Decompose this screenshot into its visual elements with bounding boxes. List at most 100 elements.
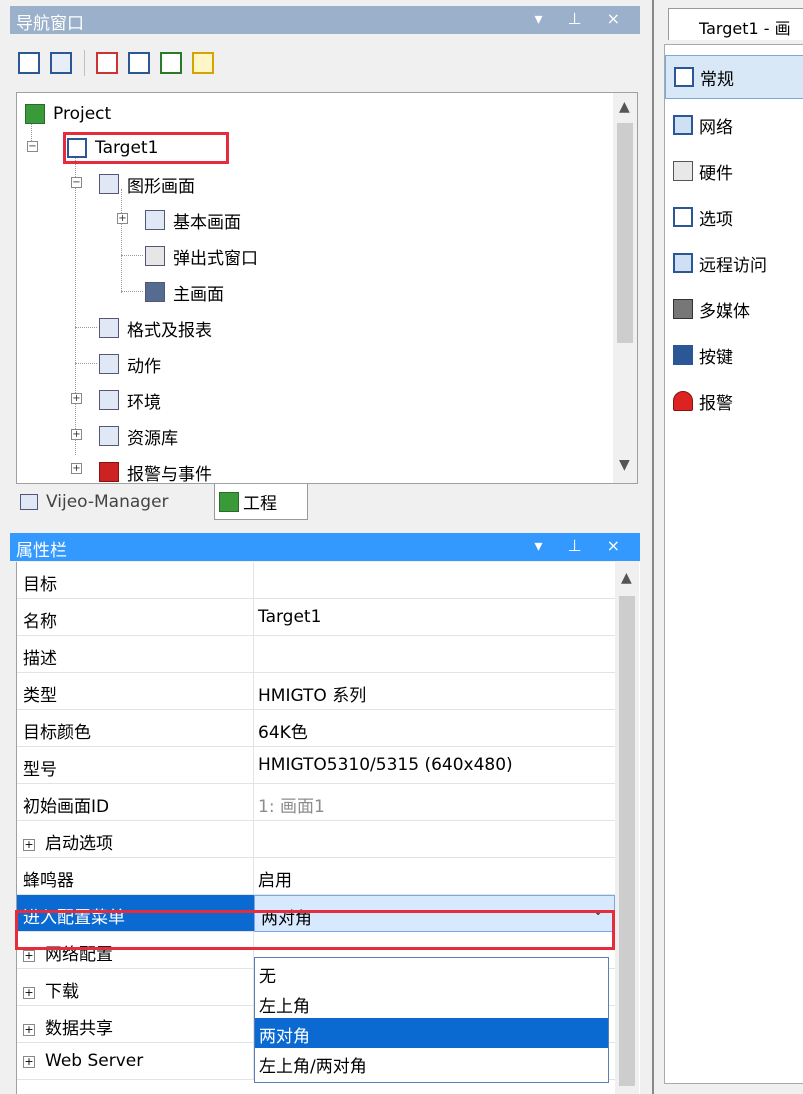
tree-item-environment[interactable]: 环境 [99, 385, 161, 415]
f1-key-icon [673, 345, 693, 365]
tab-vijeo-manager[interactable]: Vijeo-Manager [20, 484, 210, 520]
prop-name: 目标颜色 [23, 723, 91, 743]
collapse-toggle[interactable]: − [71, 177, 82, 188]
graphics-icon [99, 174, 119, 194]
scroll-down-icon[interactable]: ▼ [619, 457, 630, 473]
category-alarm[interactable]: 报警 [665, 379, 803, 423]
save-icon[interactable] [50, 52, 72, 74]
category-label: 按键 [699, 347, 733, 368]
config-menu-dropdown[interactable]: 无 左上角 两对角 左上角/两对角 [254, 957, 609, 1083]
property-pane-title: 属性栏 [16, 541, 67, 561]
scroll-up-icon[interactable]: ▲ [621, 570, 632, 586]
prop-row-description[interactable]: 描述 [17, 636, 615, 673]
expand-icon[interactable]: + [23, 1056, 35, 1068]
expand-icon[interactable]: + [23, 839, 35, 851]
tools-icon [99, 390, 119, 410]
expand-icon[interactable]: + [23, 1024, 35, 1036]
expand-icon[interactable]: + [23, 987, 35, 999]
category-list[interactable]: 常规 网络 硬件 选项 远程访问 多媒体 按键 报警 [664, 44, 803, 1084]
tree-label: 基本画面 [173, 212, 241, 233]
prop-name: 下载 [45, 982, 79, 1002]
prop-value[interactable]: HMIGTO5310/5315 (640x480) [258, 755, 513, 775]
prop-row-model[interactable]: 型号 HMIGTO5310/5315 (640x480) [17, 747, 615, 784]
options-icon [673, 207, 693, 227]
hardware-icon [673, 161, 693, 181]
tree-item-base-screen[interactable]: 基本画面 [145, 205, 241, 235]
expand-toggle[interactable]: + [71, 429, 82, 440]
prop-row-type[interactable]: 类型 HMIGTO 系列 [17, 673, 615, 710]
tree-item-main-screen[interactable]: 主画面 [145, 277, 224, 307]
tree-label: 弹出式窗口 [173, 248, 258, 269]
tree-item-project[interactable]: Project [25, 99, 111, 129]
prop-value[interactable]: 64K色 [258, 718, 308, 743]
prop-name: 描述 [23, 649, 57, 669]
prop-row-target-color[interactable]: 目标颜色 64K色 [17, 710, 615, 747]
dropdown-option-none[interactable]: 无 [255, 958, 608, 988]
dropdown-option-top-left-or-two-corners[interactable]: 左上角/两对角 [255, 1048, 608, 1078]
prop-row-initial-screen[interactable]: 初始画面ID 1: 画面1 [17, 784, 615, 821]
scroll-thumb[interactable] [619, 596, 635, 1086]
dropdown-option-two-corners[interactable]: 两对角 [255, 1018, 608, 1048]
download-icon[interactable] [160, 52, 182, 74]
tree-item-alarm-event[interactable]: 报警与事件 [99, 457, 212, 483]
prop-value[interactable]: 启用 [258, 866, 292, 891]
prop-value[interactable]: HMIGTO 系列 [258, 681, 366, 706]
prop-row-name[interactable]: 名称 Target1 [17, 599, 615, 636]
tree-label: 动作 [127, 356, 161, 377]
tree-item-resource-lib[interactable]: 资源库 [99, 421, 178, 451]
nav-window-controls[interactable]: ▾ ⊥ × [534, 9, 630, 28]
column-divider [253, 747, 254, 783]
action-icon [99, 354, 119, 374]
scroll-thumb[interactable] [617, 123, 633, 343]
column-divider [253, 562, 254, 598]
property-pane-titlebar: 属性栏 ▾ ⊥ × [10, 533, 640, 561]
category-keys[interactable]: 按键 [665, 333, 803, 377]
manager-icon [20, 494, 38, 510]
prop-row-target[interactable]: 目标 [17, 562, 615, 599]
collapse-toggle[interactable]: − [27, 141, 38, 152]
prop-row-startup-options[interactable]: + 启动选项 [17, 821, 615, 858]
category-hardware[interactable]: 硬件 [665, 149, 803, 193]
run-icon[interactable] [192, 52, 214, 74]
expand-toggle[interactable]: + [71, 463, 82, 474]
prop-name: 型号 [23, 760, 57, 780]
tree-item-format-report[interactable]: 格式及报表 [99, 313, 212, 343]
toolbar-divider [84, 50, 85, 76]
category-label: 常规 [700, 69, 734, 90]
prop-row-buzzer[interactable]: 蜂鸣器 启用 [17, 858, 615, 895]
expand-icon[interactable]: + [23, 950, 35, 962]
tree-label: 资源库 [127, 428, 178, 449]
prop-name: 启动选项 [45, 834, 113, 854]
category-general[interactable]: 常规 [665, 55, 803, 99]
report-icon [99, 318, 119, 338]
tree-item-popup-window[interactable]: 弹出式窗口 [145, 241, 258, 271]
build-icon[interactable] [128, 52, 150, 74]
category-multimedia[interactable]: 多媒体 [665, 287, 803, 331]
tree-item-action[interactable]: 动作 [99, 349, 161, 379]
tree-scrollbar[interactable]: ▲ ▼ [613, 93, 637, 483]
target-properties-panel: Target1 - 画 常规 网络 硬件 选项 远程访问 多媒体 按键 报警 [652, 0, 803, 1094]
main-screen-icon [145, 282, 165, 302]
prop-name-wrap: + Web Server [23, 1051, 143, 1071]
prop-name: 目标 [23, 575, 57, 595]
scroll-up-icon[interactable]: ▲ [619, 99, 630, 115]
category-remote-access[interactable]: 远程访问 [665, 241, 803, 285]
prop-value[interactable]: Target1 [258, 607, 321, 627]
category-options[interactable]: 选项 [665, 195, 803, 239]
tree-item-graphics[interactable]: 图形画面 [99, 169, 195, 199]
doc-tab-target1[interactable]: Target1 - 画 [668, 8, 803, 40]
expand-toggle[interactable]: + [117, 213, 128, 224]
dropdown-option-top-left[interactable]: 左上角 [255, 988, 608, 1018]
alarm-light-icon [673, 391, 693, 411]
tree-line [121, 291, 143, 292]
category-label: 网络 [699, 117, 733, 138]
window-icon[interactable] [18, 52, 40, 74]
category-network[interactable]: 网络 [665, 103, 803, 147]
property-scrollbar[interactable]: ▲ [615, 562, 639, 1094]
expand-toggle[interactable]: + [71, 393, 82, 404]
tab-label: 工程 [243, 494, 277, 514]
tree-label: Project [53, 104, 112, 124]
check-icon[interactable] [96, 52, 118, 74]
tab-project[interactable]: 工程 [214, 484, 308, 520]
property-pane-controls[interactable]: ▾ ⊥ × [534, 536, 630, 555]
